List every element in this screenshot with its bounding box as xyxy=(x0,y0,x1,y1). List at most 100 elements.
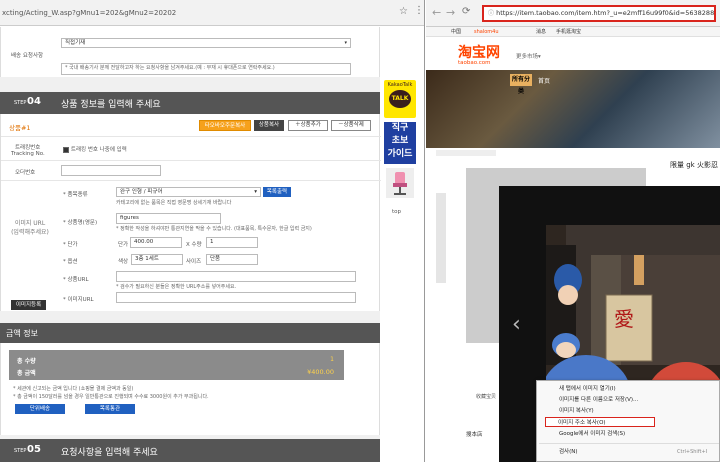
banner-image xyxy=(426,70,720,148)
direct-buy-guide-banner[interactable]: 직구 초보 가이드 xyxy=(384,122,416,164)
size-input-value: 단품 xyxy=(210,256,221,262)
more-markets-link[interactable]: 更多市场▾ xyxy=(516,52,541,60)
image-url-label: * 이미지URL xyxy=(63,297,94,303)
divider xyxy=(1,160,381,161)
amount-title: 금액 정보 xyxy=(6,329,38,338)
list-output-button[interactable]: 목록출력 xyxy=(263,187,291,197)
right-toolbar: ← → ⟳ ⓘ https://item.taobao.com/item.htm… xyxy=(426,0,720,27)
ctx-save-image-as[interactable]: 이미지를 다른 이름으로 저장(V)... xyxy=(537,395,720,405)
image-register-button[interactable]: 이미지등록 xyxy=(11,300,46,310)
order-number-input[interactable] xyxy=(61,165,161,176)
top-button[interactable]: top xyxy=(392,209,401,215)
step05-title: 요청사항을 입력해 주세요 xyxy=(61,448,158,458)
tracking-label: 트래킹번호 xyxy=(15,145,41,151)
left-browser-window: xcting/Acting_W.asp?gMnu1=202&gMnu2=2020… xyxy=(0,0,425,462)
name-hint: * 정확한 작성을 하셔야만 통관지연을 막을 수 있습니다. (대표품목, 특… xyxy=(116,226,312,232)
total-price-value: ¥400.00 xyxy=(307,368,334,376)
amount-notice-2: * 총 금액이 150달러를 넘을 경우 일반통관으로 진행되며 수수료 300… xyxy=(13,394,209,400)
nav-home[interactable]: 首页 xyxy=(538,76,550,85)
name-input-value: figures xyxy=(120,215,139,221)
product-copy-button[interactable]: 상품복사 xyxy=(254,120,284,131)
amount-panel: 총 수량 1 총 금액 ¥400.00 * 세관에 신고되는 금액 입니다 (쇼… xyxy=(0,343,380,435)
topnav-region[interactable]: 中国 xyxy=(451,27,461,37)
divider xyxy=(1,136,381,137)
quantity-input-value: 1 xyxy=(210,239,214,245)
image-url-input[interactable] xyxy=(116,292,356,303)
ctx-separator xyxy=(539,443,719,444)
side-banners: KakaoTalk TALK 직구 초보 가이드 top xyxy=(382,80,418,220)
size-input[interactable]: 단품 xyxy=(206,254,258,265)
delivery-panel: 배송 요청사항 직접기재 ▾ * 국내 배송기사 분께 전달하고자 하는 요청사… xyxy=(0,27,380,77)
favorite-item-link[interactable]: 收藏宝贝 xyxy=(476,393,496,400)
amount-summary: 총 수량 1 총 금액 ¥400.00 xyxy=(9,350,344,380)
more-markets-label: 更多市场 xyxy=(516,54,539,60)
product-delete-button[interactable]: －상품삭제 xyxy=(331,120,371,131)
price-input[interactable]: 400.00 xyxy=(130,237,182,248)
ctx-copy-image-address[interactable]: 이미지 주소 복사(O) xyxy=(545,417,655,427)
ctx-search-google-image[interactable]: Google에서 이미지 검색(S) xyxy=(537,429,720,439)
category-select[interactable]: 완구 인형 / 피규어 ▾ xyxy=(116,187,261,197)
chevron-down-icon: ▾ xyxy=(344,40,347,46)
tracking-later-checkbox[interactable]: 트래킹 번호 나중에 입력 xyxy=(63,145,127,153)
right-address-bar[interactable]: ⓘ https://item.taobao.com/item.htm?_u=e2… xyxy=(482,5,716,22)
color-input[interactable]: 3층 1세트 xyxy=(131,254,183,265)
delivery-select-value: 직접기재 xyxy=(65,40,86,46)
product-panel: 상품#1 타오바오주문복사 상품복사 ＋상품추가 －상품삭제 트래킹번호 Tra… xyxy=(0,114,381,311)
topnav-messages[interactable]: 消息 xyxy=(536,27,546,37)
left-url-text[interactable]: xcting/Acting_W.asp?gMnu1=202&gMnu2=2020… xyxy=(2,7,387,20)
step04-title: 상품 정보를 입력해 주세요 xyxy=(61,100,161,110)
product-url-input[interactable] xyxy=(116,271,356,282)
checkbox-icon[interactable] xyxy=(63,146,69,153)
color-input-value: 3층 1세트 xyxy=(135,256,159,262)
bookmark-star-icon[interactable]: ☆ xyxy=(399,6,408,17)
single-delivery-button[interactable]: 단위배송 xyxy=(15,404,65,414)
taobao-logo[interactable]: 淘宝网 xyxy=(458,42,500,62)
search-store-link[interactable]: 搜本店 xyxy=(466,430,483,438)
ctx-copy-image[interactable]: 이미지 복사(Y) xyxy=(537,406,720,416)
product-url-label: * 상품URL xyxy=(63,277,89,283)
topnav-mobile[interactable]: 手机逛淘宝 xyxy=(556,27,581,37)
browser-menu-icon[interactable]: ⋮ xyxy=(414,5,424,16)
breadcrumb xyxy=(436,150,496,156)
delivery-note-placeholder: * 국내 배송기사 분께 전달하고자 하는 요청사항을 남겨주세요.(예 : 부… xyxy=(65,65,275,71)
info-icon: ⓘ xyxy=(488,10,495,17)
product-add-button[interactable]: ＋상품추가 xyxy=(288,120,328,131)
name-input[interactable]: figures xyxy=(116,213,221,224)
price-input-value: 400.00 xyxy=(134,239,154,245)
ctx-open-image-new-tab[interactable]: 새 탭에서 이미지 열기(I) xyxy=(537,384,720,394)
order-form: 배송 요청사항 직접기재 ▾ * 국내 배송기사 분께 전달하고자 하는 요청사… xyxy=(0,27,381,462)
tracking-label-en: Tracking No. xyxy=(11,151,45,157)
topnav-user[interactable]: shalom4u xyxy=(474,27,499,37)
kakaotalk-banner[interactable]: KakaoTalk TALK xyxy=(384,80,416,118)
reload-icon[interactable]: ⟳ xyxy=(462,6,470,17)
taobao-order-copy-button[interactable]: 타오바오주문복사 xyxy=(199,120,251,131)
nav-all-categories[interactable]: 所有分类 xyxy=(510,74,532,95)
category-label: * 품목종류 xyxy=(63,192,88,198)
tracking-later-label: 트래킹 번호 나중에 입력 xyxy=(70,147,127,153)
ctx-inspect-shortcut: Ctrl+Shift+I xyxy=(677,449,708,455)
context-menu: 새 탭에서 이미지 열기(I) 이미지를 다른 이름으로 저장(V)... 이미… xyxy=(536,380,720,462)
left-address-bar[interactable]: xcting/Acting_W.asp?gMnu1=202&gMnu2=2020… xyxy=(0,0,424,26)
name-label: * 상품명(영문) xyxy=(63,220,98,226)
chair-icon xyxy=(393,172,407,195)
chair-banner-image[interactable] xyxy=(386,168,414,198)
size-prefix: 사이즈 xyxy=(186,259,202,265)
lightbox-prev-arrow[interactable]: ‹ xyxy=(512,312,521,337)
quantity-input[interactable]: 1 xyxy=(206,237,258,248)
product-title: 限量 gk 火影忍 xyxy=(670,161,718,169)
photo-kanji: 愛 xyxy=(614,307,634,331)
delivery-note-input[interactable]: * 국내 배송기사 분께 전달하고자 하는 요청사항을 남겨주세요.(예 : 부… xyxy=(61,63,351,75)
left-gutter xyxy=(436,193,446,283)
divider xyxy=(1,180,381,181)
price-prefix: 단가 xyxy=(118,242,129,248)
delivery-select[interactable]: 직접기재 ▾ xyxy=(61,38,351,48)
step04-header: STEP 04 상품 정보를 입력해 주세요 xyxy=(0,92,380,114)
forward-icon[interactable]: → xyxy=(446,6,455,19)
color-prefix: 색상 xyxy=(118,259,129,265)
total-price-label: 총 금액 xyxy=(17,370,36,377)
product-delete-label: 상품삭제 xyxy=(343,122,364,128)
list-clearance-button[interactable]: 목록통관 xyxy=(85,404,135,414)
product-label: 상품#1 xyxy=(9,124,31,132)
chevron-down-icon: ▾ xyxy=(254,189,257,195)
back-icon[interactable]: ← xyxy=(432,6,441,19)
